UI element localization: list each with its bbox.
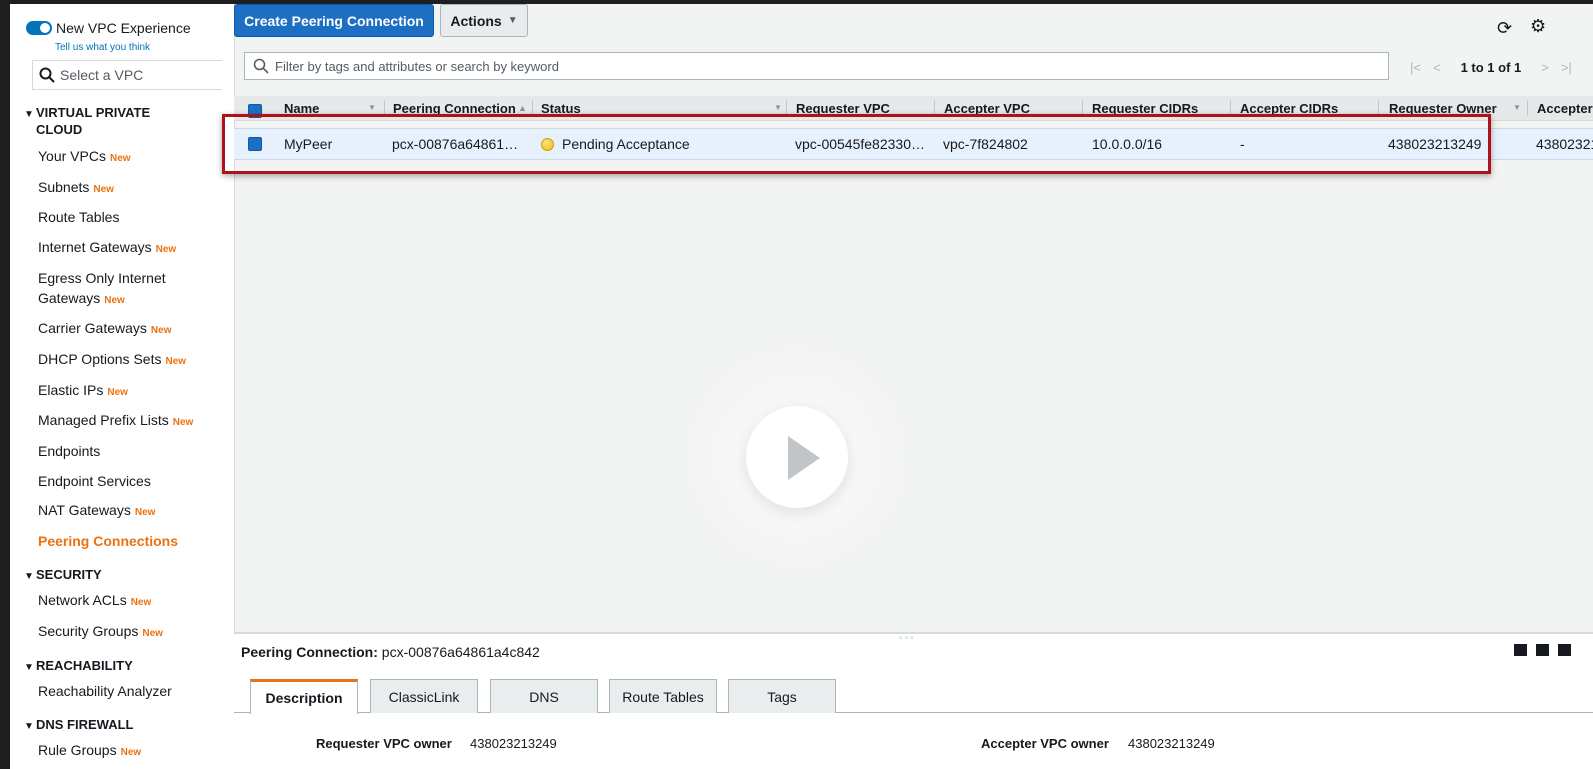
new-badge: New (172, 417, 194, 428)
section-dns-firewall[interactable]: ▼ DNS FIREWALL (24, 716, 204, 735)
pagination-range: 1 to 1 of 1 (1460, 59, 1522, 75)
layout-bottom-icon[interactable] (1514, 644, 1527, 656)
field-value-accepter-vpc-owner: 438023213249 (1128, 736, 1215, 751)
collapse-triangle-icon: ▼ (24, 662, 34, 673)
vpc-select[interactable]: Select a VPC (32, 60, 222, 90)
sidebar-item-reachability-analyzer[interactable]: Reachability Analyzer (38, 681, 218, 701)
sidebar-item-route-tables[interactable]: Route Tables (38, 207, 218, 227)
column-header-accepter-owner[interactable]: Accepter Owner (1537, 101, 1593, 116)
vpc-select-placeholder: Select a VPC (60, 67, 144, 83)
sidebar-item-elastic-ips[interactable]: Elastic IPs New (38, 380, 218, 403)
layout-full-icon[interactable] (1558, 644, 1571, 656)
new-badge: New (104, 295, 125, 306)
new-badge: New (130, 597, 152, 608)
play-icon (788, 436, 820, 480)
feedback-link[interactable]: Tell us what you think (55, 42, 150, 53)
collapse-triangle-icon: ▼ (24, 109, 34, 120)
new-badge: New (142, 628, 163, 639)
resize-handle-icon[interactable]: ▫▫▫ (899, 633, 916, 644)
screen-frame: New VPC Experience Tell us what you thin… (0, 0, 1593, 769)
sidebar-item-internet-gateways[interactable]: Internet Gateways New (38, 237, 218, 260)
field-value-requester-vpc-owner: 438023213249 (470, 736, 557, 751)
sidebar-item-dhcp-options-sets[interactable]: DHCP Options Sets New (38, 349, 218, 372)
filter-search-input[interactable]: Filter by tags and attributes or search … (244, 52, 1389, 80)
new-badge: New (155, 244, 177, 255)
actions-dropdown-button[interactable]: Actions ▼ (440, 4, 528, 37)
sidebar-item-peering-connections[interactable]: Peering Connections (38, 531, 218, 551)
field-label-requester-vpc-owner: Requester VPC owner (316, 736, 452, 751)
sidebar-item-nat-gateways[interactable]: NAT Gateways New (38, 500, 218, 523)
tab-tags[interactable]: Tags (728, 679, 836, 713)
tab-route-tables[interactable]: Route Tables (609, 679, 717, 713)
sidebar-item-network-acls[interactable]: Network ACLs New (38, 590, 218, 613)
refresh-icon[interactable]: ⟳ (1497, 18, 1512, 39)
tab-description[interactable]: Description (250, 679, 358, 714)
row-highlight-annotation (222, 114, 1491, 174)
field-label-accepter-vpc-owner: Accepter VPC owner (981, 736, 1109, 751)
sort-icon[interactable]: ▼ (1513, 103, 1521, 112)
filter-placeholder: Filter by tags and attributes or search … (275, 58, 559, 74)
new-badge: New (107, 387, 128, 398)
prev-page-icon[interactable]: < (1433, 60, 1441, 75)
main-content: Create Peering Connection Actions ▼ ⟳ ⚙ F… (222, 4, 1593, 769)
section-reachability[interactable]: ▼ REACHABILITY (24, 657, 204, 676)
tab-classiclink[interactable]: ClassicLink (370, 679, 478, 713)
toggle-switch[interactable] (26, 21, 52, 35)
search-icon (253, 58, 269, 74)
collapse-triangle-icon: ▼ (24, 571, 34, 582)
new-experience-toggle-row[interactable]: New VPC Experience (26, 20, 191, 36)
tab-dns[interactable]: DNS (490, 679, 598, 713)
sort-icon[interactable]: ▼ (368, 103, 376, 112)
sidebar-item-security-groups[interactable]: Security Groups New (38, 621, 218, 644)
section-virtual-private-cloud[interactable]: ▼ VIRTUAL PRIVATE CLOUD (24, 104, 204, 138)
new-badge: New (109, 153, 131, 164)
new-badge: New (120, 747, 142, 758)
next-page-icon[interactable]: > (1541, 60, 1549, 75)
sidebar-item-your-vpcs[interactable]: Your VPCs New (38, 146, 218, 169)
search-icon (39, 67, 55, 83)
new-badge: New (150, 325, 172, 336)
last-page-icon[interactable]: >| (1561, 60, 1572, 75)
panel-layout-icons (1514, 644, 1580, 656)
new-badge: New (165, 356, 187, 367)
sort-ascending-icon[interactable]: ▲ (518, 103, 527, 113)
sidebar-item-rule-groups[interactable]: Rule Groups New (38, 740, 218, 763)
sort-icon[interactable]: ▼ (774, 103, 782, 112)
sidebar-item-endpoints[interactable]: Endpoints (38, 441, 218, 461)
new-badge: New (134, 507, 156, 518)
video-play-button[interactable] (746, 406, 848, 508)
detail-panel-title: Peering Connection: pcx-00876a64861a4c84… (241, 644, 540, 660)
pagination: |< < 1 to 1 of 1 > >| (1404, 57, 1593, 77)
new-badge: New (93, 184, 114, 195)
create-peering-connection-button[interactable]: Create Peering Connection (234, 4, 434, 37)
chevron-down-icon: ▼ (507, 15, 518, 26)
first-page-icon[interactable]: |< (1410, 60, 1421, 75)
sidebar: New VPC Experience Tell us what you thin… (10, 4, 234, 769)
sidebar-item-egress-only-internet-gateways[interactable]: Egress Only Internet Gateways New (38, 268, 188, 311)
gear-icon[interactable]: ⚙ (1530, 16, 1546, 37)
sidebar-item-endpoint-services[interactable]: Endpoint Services (38, 471, 218, 491)
sidebar-item-carrier-gateways[interactable]: Carrier Gateways New (38, 318, 218, 341)
layout-split-icon[interactable] (1536, 644, 1549, 656)
toggle-label: New VPC Experience (56, 20, 191, 36)
cell-accepter-owner: 438023213249 (1536, 136, 1593, 152)
section-security[interactable]: ▼ SECURITY (24, 566, 204, 585)
vpc-console: New VPC Experience Tell us what you thin… (10, 4, 1593, 769)
sidebar-item-managed-prefix-lists[interactable]: Managed Prefix Lists New (38, 410, 218, 433)
collapse-triangle-icon: ▼ (24, 721, 34, 732)
sidebar-item-subnets[interactable]: Subnets New (38, 177, 218, 200)
